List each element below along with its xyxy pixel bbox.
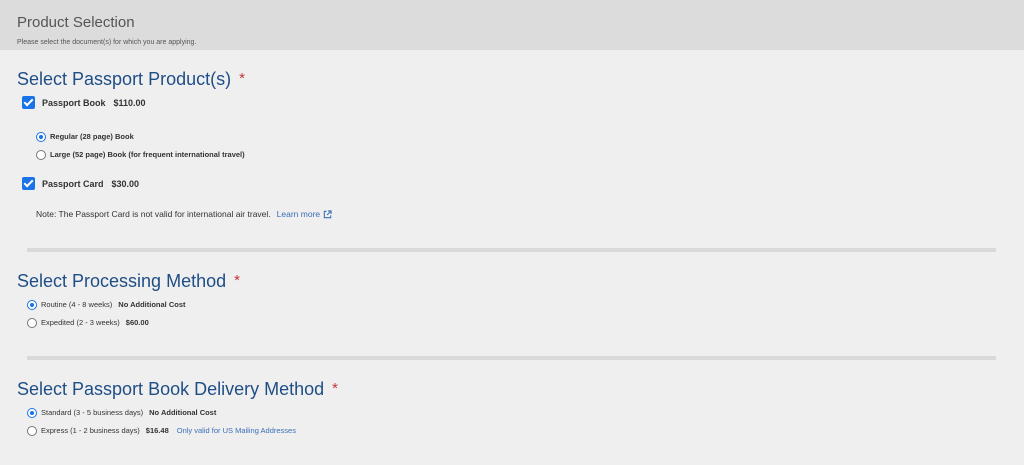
routine-text: Routine (4 - 8 weeks) [41, 300, 113, 309]
passport-products-heading: Select Passport Product(s) * [17, 69, 245, 90]
routine-radio[interactable] [27, 300, 37, 310]
delivery-title: Select Passport Book Delivery Method [17, 379, 325, 399]
learn-more-text: Learn more [276, 209, 321, 219]
large-book-text: Large (52 page) Book (for frequent inter… [50, 150, 245, 159]
required-mark: * [234, 272, 240, 289]
passport-book-price: $110.00 [113, 98, 146, 108]
expedited-radio[interactable] [27, 318, 37, 328]
standard-delivery-cost: No Additional Cost [149, 408, 217, 417]
regular-book-radio[interactable] [36, 132, 46, 142]
express-delivery-text: Express (1 - 2 business days) [41, 426, 140, 435]
passport-book-name: Passport Book [42, 98, 106, 108]
routine-label[interactable]: Routine (4 - 8 weeks) No Additional Cost [41, 300, 186, 309]
learn-more-link[interactable]: Learn more [277, 209, 332, 219]
expedited-label[interactable]: Expedited (2 - 3 weeks) $60.00 [41, 318, 149, 327]
regular-book-label[interactable]: Regular (28 page) Book [50, 132, 134, 141]
external-link-icon [323, 210, 332, 219]
express-delivery-radio[interactable] [27, 426, 37, 436]
regular-book-text: Regular (28 page) Book [50, 132, 134, 141]
expedited-cost: $60.00 [125, 318, 149, 327]
passport-card-name: Passport Card [42, 179, 104, 189]
passport-book-checkbox[interactable] [22, 96, 35, 109]
passport-book-label[interactable]: Passport Book $110.00 [42, 98, 146, 108]
large-book-label[interactable]: Large (52 page) Book (for frequent inter… [50, 150, 245, 159]
passport-card-checkbox[interactable] [22, 177, 35, 190]
express-delivery-label[interactable]: Express (1 - 2 business days) $16.48 Only … [41, 426, 296, 435]
processing-heading: Select Processing Method * [17, 271, 240, 292]
page-title: Product Selection [17, 14, 135, 31]
page-header: Product Selection Please select the docu… [0, 0, 1024, 50]
passport-card-price: $30.00 [111, 179, 140, 189]
routine-cost: No Additional Cost [118, 300, 186, 309]
standard-delivery-label[interactable]: Standard (3 - 5 business days) No Additio… [41, 408, 216, 417]
expedited-text: Expedited (2 - 3 weeks) [41, 318, 120, 327]
large-book-radio[interactable] [36, 150, 46, 160]
delivery-heading: Select Passport Book Delivery Method * [17, 379, 338, 400]
express-delivery-cost: $16.48 [145, 426, 169, 435]
passport-card-note-text: Note: The Passport Card is not valid for… [36, 209, 271, 219]
passport-products-title: Select Passport Product(s) [17, 69, 232, 89]
section-divider [27, 248, 996, 252]
standard-delivery-text: Standard (3 - 5 business days) [41, 408, 144, 417]
required-mark: * [239, 70, 245, 87]
passport-card-note: Note: The Passport Card is not valid for… [36, 209, 332, 219]
standard-delivery-radio[interactable] [27, 408, 37, 418]
required-mark: * [332, 380, 338, 397]
us-mailing-only-link[interactable]: Only valid for US Mailing Addresses [177, 426, 296, 435]
processing-title: Select Processing Method [17, 271, 227, 291]
page-subtitle: Please select the document(s) for which … [17, 39, 197, 46]
section-divider [27, 356, 996, 360]
passport-card-label[interactable]: Passport Card $30.00 [42, 179, 139, 189]
